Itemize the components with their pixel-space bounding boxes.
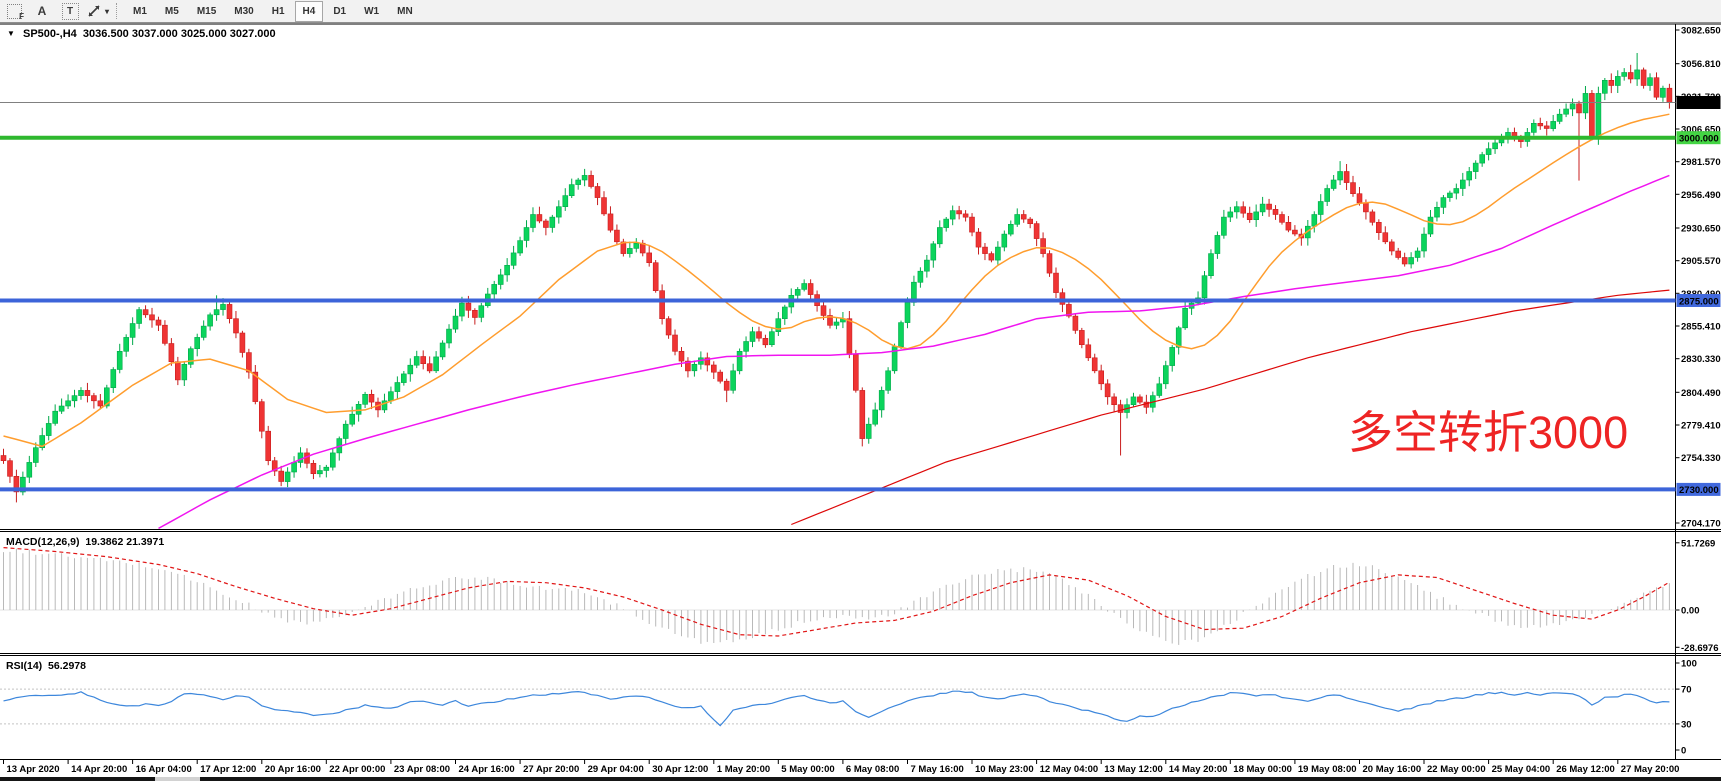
rsi-level-lines — [0, 689, 1676, 724]
symbol-period-label: SP500-,H4 — [23, 28, 77, 40]
time-tick-label: 26 May 12:00 — [1556, 764, 1615, 775]
price-tick-label: 2754.330 — [1681, 453, 1721, 464]
timeframe-button-group: M1M5M15M30H1H4D1W1MN — [124, 1, 422, 22]
collapse-triangle-icon[interactable]: ▼ — [7, 29, 15, 38]
time-tick-label: 16 Apr 04:00 — [136, 764, 192, 775]
chart-title: ▼ SP500-,H4 3036.500 3037.000 3025.000 3… — [7, 28, 276, 40]
scrollbar-thumb[interactable] — [155, 777, 200, 781]
horizontal-scrollbar[interactable] — [0, 777, 1721, 781]
rsi-axis: 100 70 30 0 — [1676, 659, 1697, 757]
time-tick-label: 12 May 04:00 — [1040, 764, 1099, 775]
price-tick-label: 2779.410 — [1681, 421, 1721, 432]
rsi-indicator-label: RSI(14) 56.2978 — [6, 660, 86, 672]
letter-a-icon: A — [38, 4, 47, 18]
macd-histogram — [4, 549, 1670, 645]
grid-f-label: F — [19, 12, 24, 21]
rsi-tick-label: 0 — [1681, 746, 1686, 757]
toolbar-separator — [116, 3, 118, 19]
time-tick-label: 17 Apr 12:00 — [200, 764, 256, 775]
macd-name: MACD(12,26,9) — [6, 536, 80, 548]
rsi-line — [4, 691, 1670, 725]
price-tick-label: 2804.490 — [1681, 388, 1721, 399]
time-tick-label: 27 May 20:00 — [1621, 764, 1680, 775]
macd-indicator-label: MACD(12,26,9) 19.3862 21.3971 — [6, 536, 164, 548]
chinese-annotation-text: 多空转折3000 — [1348, 396, 1628, 461]
time-tick-label: 24 Apr 16:00 — [459, 764, 515, 775]
toolbar: F A T ▾ M1M5M15M30H1H4D1W1MN — [0, 0, 1721, 23]
price-tick-label: 2855.410 — [1681, 322, 1721, 333]
text-label-tool-icon[interactable]: T — [58, 1, 82, 21]
price-tick-label: 2981.570 — [1681, 157, 1721, 168]
ohlc-close: 3027.000 — [230, 28, 276, 40]
macd-signal-line — [4, 548, 1670, 636]
cursor-arrows-tool[interactable]: ▾ — [86, 1, 110, 21]
diagonal-arrows-icon — [87, 4, 102, 18]
time-tick-label: 13 Apr 2020 — [7, 764, 60, 775]
time-tick-label: 10 May 23:00 — [975, 764, 1034, 775]
price-badge-label: 3027.000 — [1679, 98, 1719, 109]
time-tick-label: 22 Apr 00:00 — [329, 764, 385, 775]
boxed-t-icon: T — [62, 3, 79, 20]
time-tick-label: 14 Apr 20:00 — [71, 764, 127, 775]
price-tick-label: 2830.330 — [1681, 354, 1721, 365]
price-badge-label: 2730.000 — [1679, 485, 1719, 496]
time-tick-label: 13 May 12:00 — [1104, 764, 1163, 775]
price-tick-label: 3056.810 — [1681, 59, 1721, 70]
time-tick-label: 29 Apr 04:00 — [588, 764, 644, 775]
price-axis[interactable]: 3082.6503056.8103031.7203006.6502981.570… — [1676, 26, 1721, 530]
time-tick-label: 22 May 00:00 — [1427, 764, 1486, 775]
time-tick-label: 6 May 08:00 — [846, 764, 899, 775]
macd-tick-label: -28.6976 — [1681, 643, 1719, 654]
time-tick-label: 20 Apr 16:00 — [265, 764, 321, 775]
font-tool-icon[interactable]: A — [30, 1, 54, 21]
rsi-value: 56.2978 — [48, 660, 86, 672]
timeframe-button-m5[interactable]: M5 — [157, 1, 187, 22]
time-tick-label: 30 Apr 12:00 — [652, 764, 708, 775]
time-tick-label: 19 May 08:00 — [1298, 764, 1357, 775]
macd-tick-label: 51.7269 — [1681, 538, 1715, 549]
price-tick-label: 3082.650 — [1681, 26, 1721, 37]
time-tick-label: 27 Apr 20:00 — [523, 764, 579, 775]
macd-axis: 51.7269 0.00 -28.6976 — [1676, 538, 1719, 654]
time-tick-label: 1 May 20:00 — [717, 764, 770, 775]
rsi-name: RSI(14) — [6, 660, 42, 672]
timeframe-button-m15[interactable]: M15 — [189, 1, 224, 22]
time-tick-label: 7 May 16:00 — [911, 764, 964, 775]
macd-values: 19.3862 21.3971 — [85, 536, 164, 548]
time-tick-label: 25 May 04:00 — [1492, 764, 1551, 775]
time-tick-label: 23 Apr 08:00 — [394, 764, 450, 775]
price-badge-label: 2875.000 — [1679, 296, 1719, 307]
ohlc-high: 3037.000 — [132, 28, 178, 40]
rsi-tick-label: 30 — [1681, 719, 1692, 730]
time-tick-label: 20 May 16:00 — [1363, 764, 1422, 775]
timeframe-button-h1[interactable]: H1 — [264, 1, 293, 22]
macd-tick-label: 0.00 — [1681, 606, 1700, 617]
timeframe-button-h4[interactable]: H4 — [295, 1, 324, 22]
dropdown-arrow-icon[interactable]: ▾ — [105, 7, 109, 16]
rsi-tick-label: 70 — [1681, 685, 1692, 696]
ohlc-open: 3036.500 — [83, 28, 129, 40]
chart-shift-grid-icon[interactable]: F — [2, 1, 26, 21]
timeframe-button-mn[interactable]: MN — [389, 1, 421, 22]
mt4-terminal: { "toolbar": { "glyphs": { "f": "F", "a"… — [0, 0, 1721, 783]
price-tick-label: 2704.170 — [1681, 519, 1721, 530]
time-tick-label: 14 May 20:00 — [1169, 764, 1228, 775]
timeframe-button-w1[interactable]: W1 — [356, 1, 387, 22]
timeframe-button-m1[interactable]: M1 — [125, 1, 155, 22]
timeframe-button-d1[interactable]: D1 — [325, 1, 354, 22]
timeframe-button-m30[interactable]: M30 — [226, 1, 261, 22]
ohlc-low: 3025.000 — [181, 28, 227, 40]
rsi-tick-label: 100 — [1681, 659, 1697, 670]
time-axis[interactable]: 13 Apr 2020 14 Apr 20:00 16 Apr 04:00 17 Ap… — [4, 760, 1680, 776]
price-tick-label: 2905.570 — [1681, 256, 1721, 267]
time-tick-label: 5 May 00:00 — [781, 764, 834, 775]
price-badge-label: 3000.000 — [1679, 134, 1719, 145]
time-tick-label: 18 May 00:00 — [1233, 764, 1292, 775]
price-tick-label: 2956.490 — [1681, 190, 1721, 201]
price-tick-label: 2930.650 — [1681, 224, 1721, 235]
